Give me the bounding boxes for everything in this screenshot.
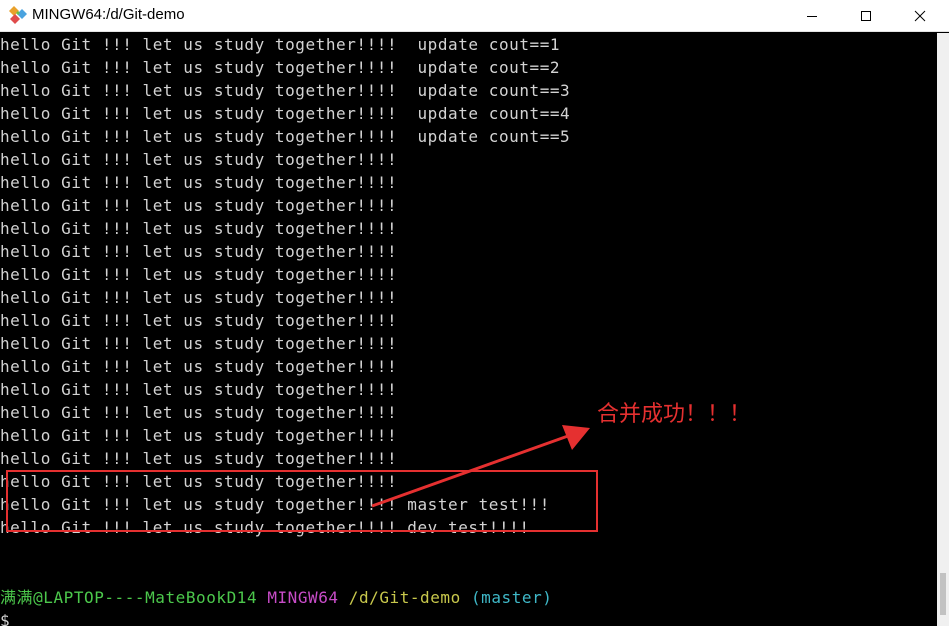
terminal-line: hello Git !!! let us study together!!!! … <box>0 35 561 54</box>
terminal-line: hello Git !!! let us study together!!!! <box>0 173 398 192</box>
window-title: MINGW64:/d/Git-demo <box>32 6 185 23</box>
close-icon <box>914 10 926 21</box>
minimize-icon <box>807 15 817 17</box>
terminal-line: hello Git !!! let us study together!!!! … <box>0 127 571 146</box>
close-button[interactable] <box>897 0 943 31</box>
terminal-line: hello Git !!! let us study together!!!! <box>0 472 398 491</box>
terminal-line: hello Git !!! let us study together!!!! <box>0 265 398 284</box>
scrollbar-thumb[interactable] <box>940 573 946 615</box>
terminal-line: hello Git !!! let us study together!!!! <box>0 334 398 353</box>
prompt-path: /d/Git-demo <box>348 588 461 607</box>
command-input-line[interactable]: $ <box>0 609 10 626</box>
terminal-line: hello Git !!! let us study together!!!! <box>0 380 398 399</box>
title-bar[interactable]: MINGW64:/d/Git-demo <box>0 0 949 32</box>
terminal-window: MINGW64:/d/Git-demo hello Git !!! let us… <box>0 0 949 626</box>
merge-success-annotation: 合并成功！！！ <box>597 402 752 427</box>
terminal-line: hello Git !!! let us study together!!!! <box>0 311 398 330</box>
terminal-line: hello Git !!! let us study together!!!! <box>0 357 398 376</box>
minimize-button[interactable] <box>789 0 835 31</box>
terminal-line: hello Git !!! let us study together!!!! … <box>0 104 571 123</box>
terminal-line: hello Git !!! let us study together!!!! <box>0 288 398 307</box>
terminal-output[interactable]: hello Git !!! let us study together!!!! … <box>0 33 937 626</box>
maximize-button[interactable] <box>843 0 889 31</box>
maximize-icon <box>861 10 871 21</box>
terminal-line: hello Git !!! let us study together!!!! <box>0 196 398 215</box>
terminal-line: hello Git !!! let us study together!!!! <box>0 242 398 261</box>
terminal-line: hello Git !!! let us study together!!!! <box>0 150 398 169</box>
git-bash-icon <box>9 6 27 24</box>
terminal-line: hello Git !!! let us study together!!!! … <box>0 58 561 77</box>
prompt-branch: (master) <box>470 588 553 607</box>
prompt-system: MINGW64 <box>267 588 339 607</box>
terminal-line: hello Git !!! let us study together!!!! <box>0 403 398 422</box>
terminal-line: hello Git !!! let us study together!!!! <box>0 449 398 468</box>
shell-prompt: 满满@LAPTOP----MateBookD14 MINGW64 /d/Git-… <box>0 586 552 609</box>
terminal-line-master-test: hello Git !!! let us study together!!!! … <box>0 495 550 514</box>
vertical-scrollbar[interactable] <box>937 33 949 626</box>
terminal-line-dev-test: hello Git !!! let us study together!!!! … <box>0 518 530 537</box>
terminal-line: hello Git !!! let us study together!!!! <box>0 219 398 238</box>
terminal-line: hello Git !!! let us study together!!!! … <box>0 81 571 100</box>
terminal-line: hello Git !!! let us study together!!!! <box>0 426 398 445</box>
prompt-user: 满满@LAPTOP----MateBookD14 <box>0 588 258 607</box>
